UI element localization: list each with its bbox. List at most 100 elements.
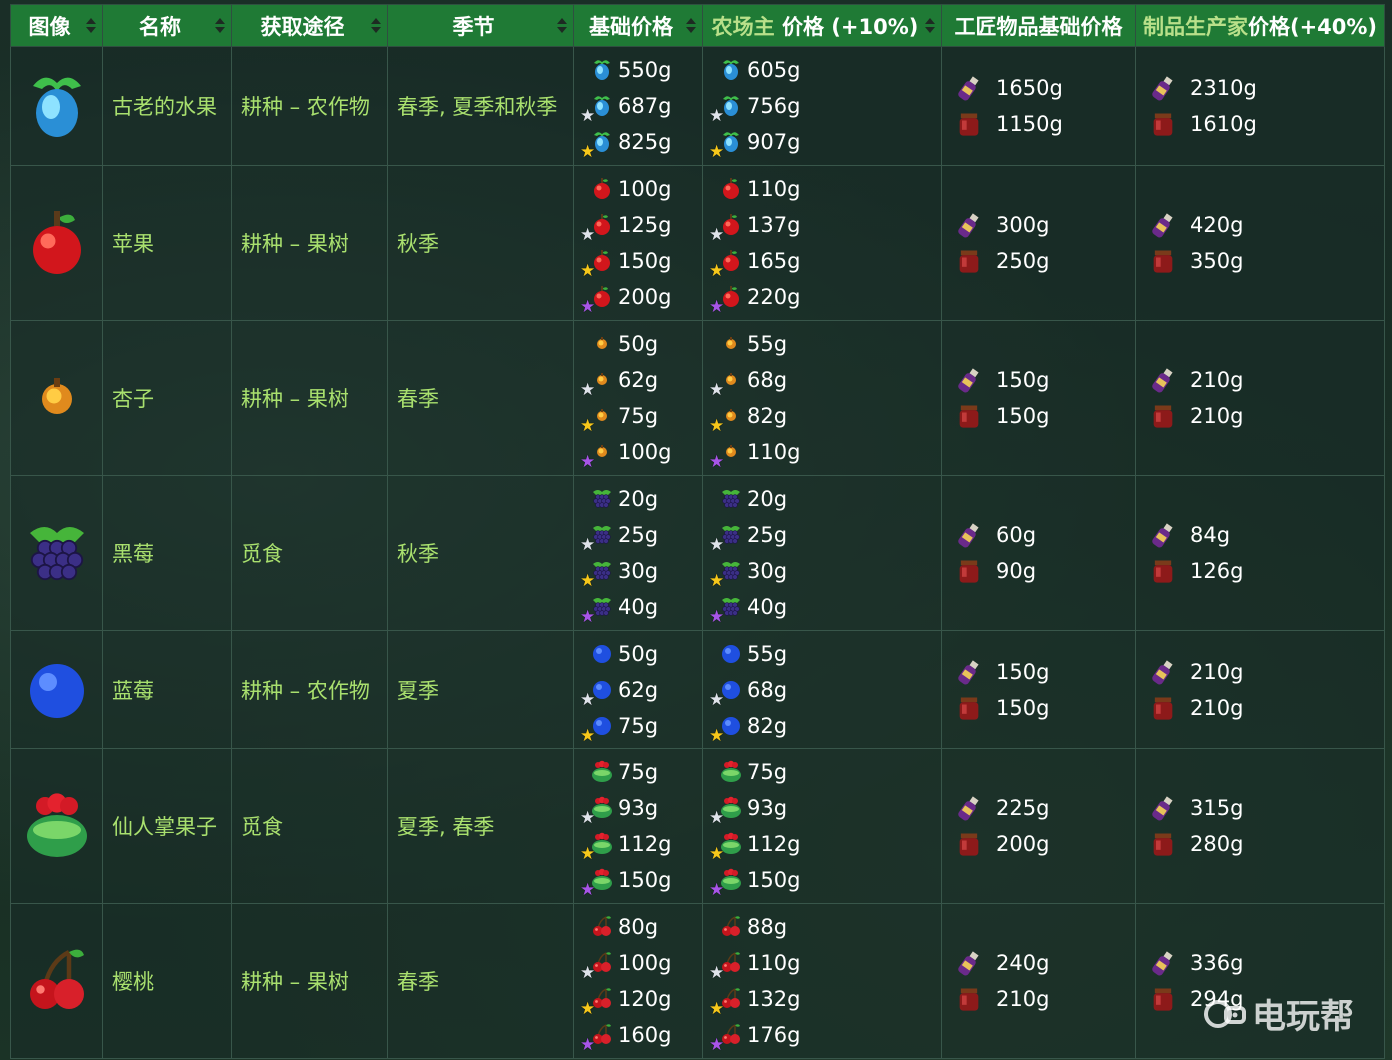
silver-star-icon: ★ (709, 380, 725, 400)
wine-icon (952, 791, 986, 825)
base-price-cell: 550g ★ 687g ★ 825g (573, 46, 703, 166)
price-entry: ★ 120g (580, 981, 702, 1018)
price-entry: ★ 110g (709, 945, 941, 982)
sort-icon[interactable] (371, 18, 381, 34)
price-value: 90g (996, 559, 1037, 583)
table-row: 樱桃 耕种 – 果树 春季 80g ★ 100g ★ 120g ★ 160g 88g ★ 110g ★ 13… (10, 903, 1385, 1059)
header-image[interactable]: 图像 (10, 4, 103, 47)
price-entry: ★ 40g (580, 589, 702, 626)
table-row: 仙人掌果子 觅食 夏季, 春季 75g ★ 93g ★ 112g ★ 150g 75g ★ 93g ★ 11… (10, 748, 1385, 904)
price-value: 150g (996, 368, 1050, 392)
cherry-icon: ★ (709, 982, 745, 1018)
sort-icon[interactable] (215, 18, 225, 34)
fruit-image-cell (10, 475, 103, 631)
tiller-price-cell: 605g ★ 756g ★ 907g (702, 46, 942, 166)
watermark-logo-icon (1204, 999, 1246, 1028)
artisan-price-cell: 84g 126g (1135, 475, 1385, 631)
apricot-icon[interactable] (21, 360, 93, 432)
gold-star-icon: ★ (580, 725, 596, 746)
wine-icon (1146, 946, 1180, 980)
header-source[interactable]: 获取途径 (231, 4, 388, 47)
ancient-fruit-icon: ★ (709, 125, 745, 162)
fruit-name[interactable]: 蓝莓 (102, 630, 232, 749)
blueberry-icon[interactable] (21, 652, 93, 724)
price-entry: 210g (1146, 654, 1384, 690)
blackberry-icon (711, 482, 745, 516)
cherry-icon[interactable] (21, 943, 93, 1015)
artisan-price-cell: 315g 280g (1135, 748, 1385, 904)
price-value: 250g (996, 249, 1050, 273)
price-entry: ★ 62g (580, 672, 702, 709)
price-entry: 80g (582, 909, 702, 945)
wine-icon (1146, 791, 1180, 825)
gold-star-icon: ★ (580, 844, 596, 864)
price-entry: 20g (711, 481, 941, 517)
artisan-price-cell: 2310g 1610g (1135, 46, 1385, 166)
cactus-fruit-icon: ★ (709, 827, 745, 863)
header-base-price[interactable]: 基础价格 (573, 4, 703, 47)
price-value: 40g (618, 595, 659, 619)
price-value: 687g (618, 94, 672, 118)
price-value: 550g (618, 58, 672, 82)
artisan-price-cell: 420g 350g (1135, 165, 1385, 321)
sort-icon[interactable] (557, 18, 567, 34)
header-name[interactable]: 名称 (102, 4, 232, 47)
price-value: 80g (618, 915, 659, 939)
price-entry: ★ 93g (580, 790, 702, 827)
sort-icon[interactable] (925, 18, 935, 34)
cactus-fruit-icon[interactable] (21, 788, 93, 860)
iridium-star-icon: ★ (580, 452, 596, 472)
apple-icon[interactable] (21, 205, 93, 277)
silver-star-icon: ★ (580, 535, 596, 555)
price-entry: ★ 825g (580, 124, 702, 161)
iridium-star-icon: ★ (709, 607, 725, 627)
artisan-link[interactable]: 制品生产家 (1143, 15, 1248, 39)
header-season[interactable]: 季节 (387, 4, 574, 47)
apple-icon: ★ (580, 280, 616, 316)
iridium-star-icon: ★ (709, 297, 725, 317)
fruit-season: 春季 (387, 903, 574, 1059)
fruit-name[interactable]: 仙人掌果子 (102, 748, 232, 904)
cactus-fruit-icon: ★ (580, 827, 616, 864)
price-entry: ★ 82g (709, 398, 941, 435)
fruit-name[interactable]: 黑莓 (102, 475, 232, 631)
price-entry: ★ 25g (580, 517, 702, 555)
price-value: 132g (747, 987, 801, 1011)
price-value: 137g (747, 213, 801, 237)
sort-icon[interactable] (86, 18, 96, 34)
tiller-link[interactable]: 农场主 (712, 15, 775, 39)
price-value: 82g (747, 404, 788, 428)
sort-icon[interactable] (686, 18, 696, 34)
blackberry-icon[interactable] (21, 515, 93, 587)
header-artisan-base-price: 工匠物品基础价格 (941, 4, 1136, 47)
price-entry: 225g (952, 790, 1135, 826)
base-price-cell: 50g ★ 62g ★ 75g ★ 100g (573, 320, 703, 476)
silver-star-icon: ★ (709, 535, 725, 555)
wine-icon (1146, 518, 1180, 552)
table-row: 古老的水果 耕种 – 农作物 春季, 夏季和秋季 550g ★ 687g ★ 825g 605g… (10, 46, 1385, 166)
ancient-fruit-icon: ★ (709, 89, 745, 125)
fruit-image-cell (10, 46, 103, 166)
price-value: 420g (1190, 213, 1244, 237)
fruit-name[interactable]: 苹果 (102, 165, 232, 321)
silver-star-icon: ★ (580, 106, 596, 126)
price-value: 150g (996, 695, 1050, 720)
header-tiller-price[interactable]: 农场主 价格 (+10%) (702, 4, 942, 47)
price-entry: ★ 93g (709, 790, 941, 827)
gold-star-icon: ★ (709, 142, 725, 162)
price-entry: ★ 160g (580, 1017, 702, 1054)
ancient-fruit-icon[interactable] (21, 68, 93, 140)
price-value: 75g (618, 404, 659, 428)
price-entry: 210g (1146, 362, 1384, 398)
jelly-jar-icon (1146, 554, 1180, 588)
price-entry: 2310g (1146, 70, 1384, 106)
fruit-name[interactable]: 古老的水果 (102, 46, 232, 166)
fruit-name[interactable]: 樱桃 (102, 903, 232, 1059)
cherry-icon: ★ (709, 1018, 745, 1054)
price-value: 2310g (1190, 76, 1257, 100)
price-entry: ★ 150g (580, 243, 702, 280)
price-entry: 75g (711, 754, 941, 790)
apple-icon: ★ (709, 244, 745, 280)
fruit-source: 觅食 (231, 475, 388, 631)
fruit-name[interactable]: 杏子 (102, 320, 232, 476)
